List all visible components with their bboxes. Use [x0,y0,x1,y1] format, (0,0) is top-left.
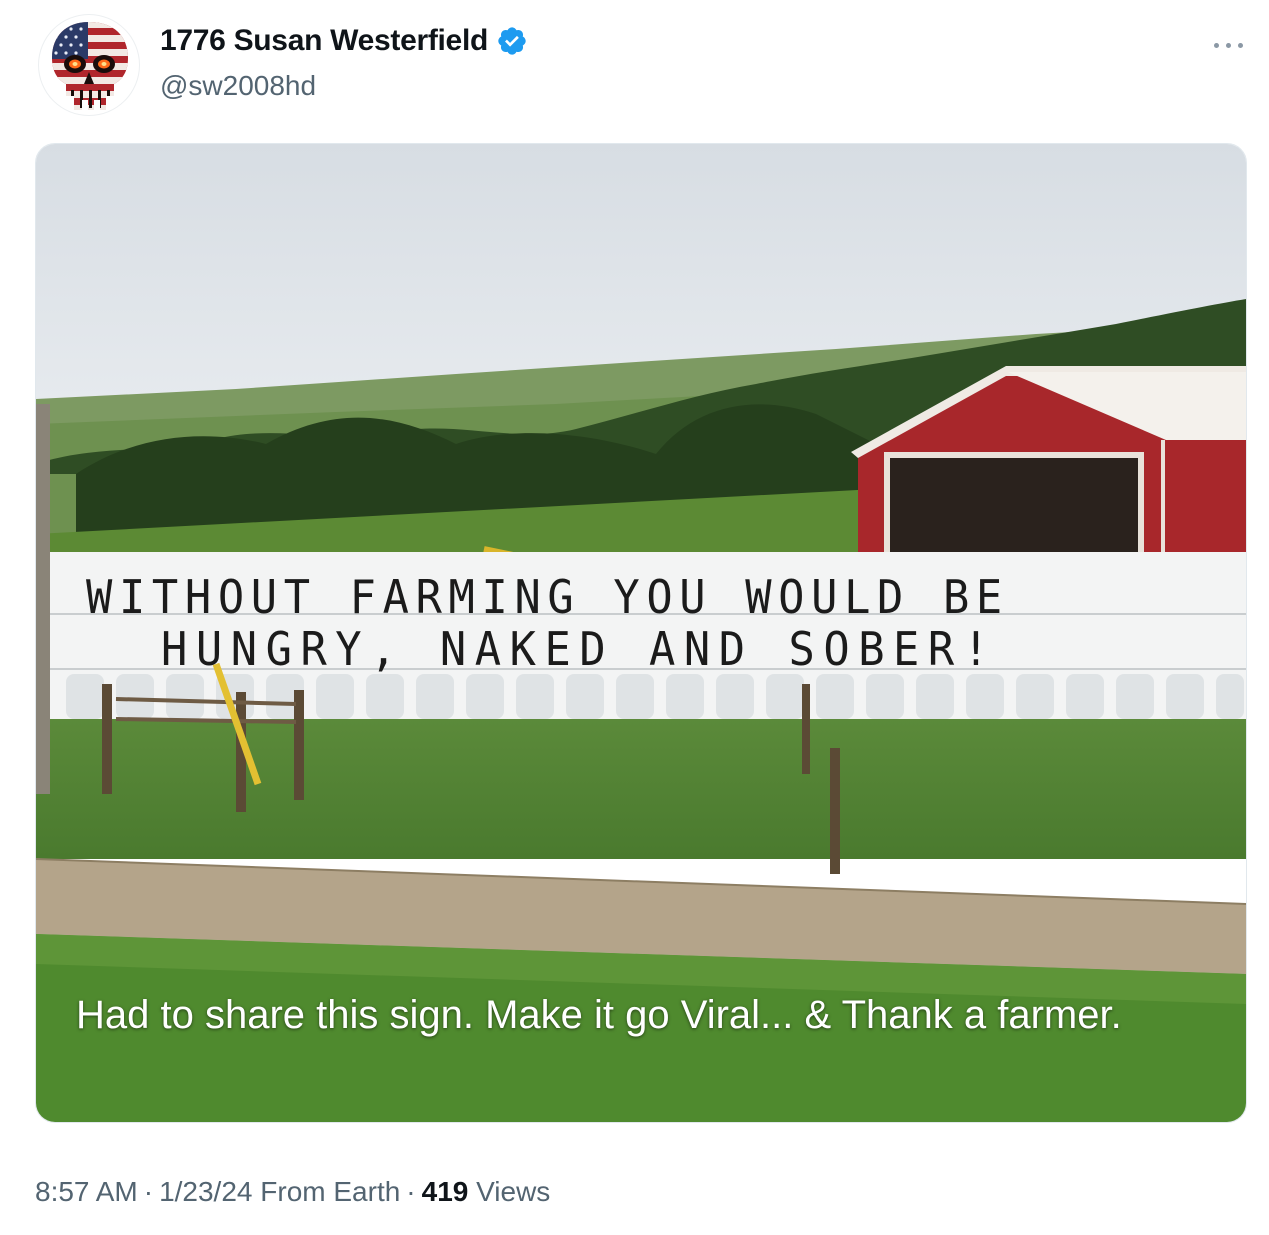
post-source: From Earth [260,1176,401,1207]
punisher-skull-flag-icon [52,22,128,110]
meta-separator: · [406,1176,416,1207]
image-caption: Had to share this sign. Make it go Viral… [76,993,1122,1037]
verified-badge-icon[interactable] [496,25,528,57]
views-label[interactable]: Views [476,1176,550,1207]
post-image[interactable]: WITHOUT FARMING YOU WOULD BE HUNGRY, NAK… [35,143,1247,1123]
more-options-icon[interactable] [1210,30,1250,60]
meta-separator: · [143,1176,154,1207]
sign-text-line-1: WITHOUT FARMING YOU WOULD BE [86,570,1009,624]
author-name-row[interactable]: 1776 Susan Westerfield [160,24,528,58]
tweet: 1776 Susan Westerfield @sw2008hd WITHOUT… [0,0,1269,1235]
author-display-name[interactable]: 1776 Susan Westerfield [160,24,488,58]
views-count[interactable]: 419 [422,1176,469,1207]
post-meta: 8:57 AM · 1/23/24 From Earth · 419 Views [35,1176,550,1208]
author-handle[interactable]: @sw2008hd [160,70,316,102]
post-date[interactable]: 1/23/24 [159,1176,252,1207]
avatar[interactable] [38,14,140,116]
sign-text-line-2: HUNGRY, NAKED AND SOBER! [161,622,998,676]
post-time[interactable]: 8:57 AM [35,1176,138,1207]
